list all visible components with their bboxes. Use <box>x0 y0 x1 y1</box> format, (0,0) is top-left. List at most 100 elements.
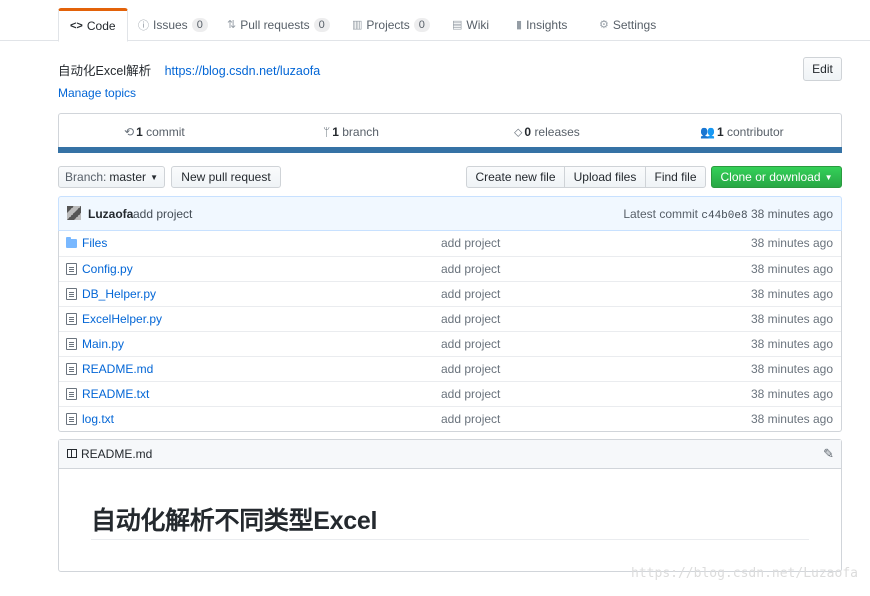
file-commit-message[interactable]: add project <box>441 287 500 301</box>
tab-pull-requests[interactable]: ⇅ Pull requests 0 <box>227 8 330 41</box>
history-icon: ⟲ <box>124 125 135 139</box>
file-age: 38 minutes ago <box>750 262 833 276</box>
new-pull-request-button[interactable]: New pull request <box>171 166 281 188</box>
file-icon <box>66 313 77 325</box>
readme-header: README.md ✎ <box>59 440 841 469</box>
file-age: 38 minutes ago <box>750 387 833 401</box>
tab-insights-label: Insights <box>526 17 568 32</box>
tab-code[interactable]: <> Code <box>58 8 128 42</box>
contributors-count: 1 <box>716 125 724 139</box>
file-commit-message[interactable]: add project <box>441 262 500 276</box>
latest-commit-label: Latest commit <box>623 207 699 221</box>
file-age: 38 minutes ago <box>750 337 833 351</box>
list-item: Files add project 38 minutes ago <box>59 231 841 256</box>
list-item: README.md add project 38 minutes ago <box>59 356 841 381</box>
book-icon <box>67 449 77 458</box>
graph-icon: ▮ <box>516 19 523 31</box>
file-age: 38 minutes ago <box>750 312 833 326</box>
file-name[interactable]: DB_Helper.py <box>82 287 156 301</box>
tab-issues-label: Issues <box>153 17 188 32</box>
contributors-link[interactable]: 👥 1 contributor <box>700 125 784 139</box>
tab-issues[interactable]: ⓘ Issues 0 <box>138 8 208 41</box>
file-age: 38 minutes ago <box>750 362 833 376</box>
tab-insights[interactable]: ▮ Insights <box>516 8 567 41</box>
tab-code-label: Code <box>86 19 116 33</box>
file-age: 38 minutes ago <box>750 287 833 301</box>
file-commit-message[interactable]: add project <box>441 412 500 426</box>
caret-down-icon: ▼ <box>824 172 833 182</box>
commit-tease: Luzaofa add project Latest commit c44b0e… <box>58 196 842 231</box>
watermark: https://blog.csdn.net/Luzaofa <box>631 566 858 581</box>
file-name[interactable]: log.txt <box>82 412 114 426</box>
list-item: Config.py add project 38 minutes ago <box>59 256 841 281</box>
file-commit-message[interactable]: add project <box>441 337 500 351</box>
file-icon <box>66 363 77 375</box>
commits-link[interactable]: ⟲ 1 commit <box>124 125 185 139</box>
file-commit-message[interactable]: add project <box>441 387 500 401</box>
find-file-button[interactable]: Find file <box>645 166 706 188</box>
contributors-label: contributor <box>726 125 784 139</box>
project-icon: ▥ <box>352 19 363 31</box>
commit-message[interactable]: add project <box>133 207 192 221</box>
commit-author[interactable]: Luzaofa <box>88 207 133 221</box>
latest-commit-info: Latest commit c44b0e8 38 minutes ago <box>623 207 833 222</box>
releases-count: 0 <box>524 125 532 139</box>
file-name[interactable]: README.txt <box>82 387 149 401</box>
edit-description-button[interactable]: Edit <box>803 57 842 81</box>
file-commit-message[interactable]: add project <box>441 312 500 326</box>
repo-nav: <> Code ⓘ Issues 0 ⇅ Pull requests 0 ▥ P… <box>0 0 870 42</box>
tab-settings[interactable]: ⚙ Settings <box>599 8 656 41</box>
branches-link[interactable]: ᛘ1 branch <box>323 125 379 139</box>
branches-label: branch <box>342 125 379 139</box>
manage-topics-link[interactable]: Manage topics <box>58 86 136 100</box>
readme-filename: README.md <box>81 447 153 461</box>
pencil-icon[interactable]: ✎ <box>823 446 834 462</box>
branch-select-button[interactable]: Branch: master ▼ <box>58 166 165 188</box>
tab-projects[interactable]: ▥ Projects 0 <box>352 8 430 41</box>
file-icon <box>66 288 77 300</box>
list-item: README.txt add project 38 minutes ago <box>59 381 841 406</box>
file-icon <box>66 388 77 400</box>
code-icon: <> <box>70 20 83 32</box>
commits-label: commit <box>146 125 185 139</box>
branch-name: master <box>109 170 147 184</box>
avatar[interactable] <box>67 206 81 220</box>
heading-divider <box>91 539 809 540</box>
projects-counter: 0 <box>413 17 430 32</box>
folder-icon <box>66 237 77 248</box>
commit-age: 38 minutes ago <box>750 207 833 221</box>
list-item: Main.py add project 38 minutes ago <box>59 331 841 356</box>
create-new-file-button[interactable]: Create new file <box>466 166 565 188</box>
file-commit-message[interactable]: add project <box>441 236 500 250</box>
branch-label: Branch: <box>65 170 107 184</box>
branches-count: 1 <box>332 125 339 139</box>
file-icon <box>66 338 77 350</box>
file-icon <box>66 413 77 425</box>
file-name[interactable]: Config.py <box>82 262 133 276</box>
list-item: DB_Helper.py add project 38 minutes ago <box>59 281 841 306</box>
tab-projects-label: Projects <box>366 17 410 32</box>
repo-description: 自动化Excel解析 https://blog.csdn.net/luzaofa <box>58 60 320 79</box>
upload-files-button[interactable]: Upload files <box>564 166 646 188</box>
caret-down-icon: ▼ <box>150 172 158 182</box>
pull-request-icon: ⇅ <box>227 19 237 31</box>
file-age: 38 minutes ago <box>750 412 833 426</box>
pull-requests-counter: 0 <box>313 17 330 32</box>
file-commit-message[interactable]: add project <box>441 362 500 376</box>
commit-sha[interactable]: c44b0e8 <box>701 210 747 222</box>
readme-heading: 自动化解析不同类型Excel <box>91 507 378 535</box>
homepage-link[interactable]: https://blog.csdn.net/luzaofa <box>165 64 321 78</box>
clone-or-download-button[interactable]: Clone or download ▼ <box>711 166 842 188</box>
file-name[interactable]: README.md <box>82 362 153 376</box>
wiki-icon: ▤ <box>452 19 463 31</box>
tab-pull-requests-label: Pull requests <box>240 17 310 32</box>
releases-link[interactable]: ⬦ 0 releases <box>514 125 580 140</box>
file-name[interactable]: Files <box>82 236 107 250</box>
file-name[interactable]: ExcelHelper.py <box>82 312 162 326</box>
language-bar[interactable] <box>58 147 842 153</box>
issue-icon: ⓘ <box>138 19 149 32</box>
people-icon: 👥 <box>700 125 715 139</box>
file-name[interactable]: Main.py <box>82 337 124 351</box>
gear-icon: ⚙ <box>599 19 609 31</box>
tab-wiki[interactable]: ▤ Wiki <box>452 8 489 41</box>
